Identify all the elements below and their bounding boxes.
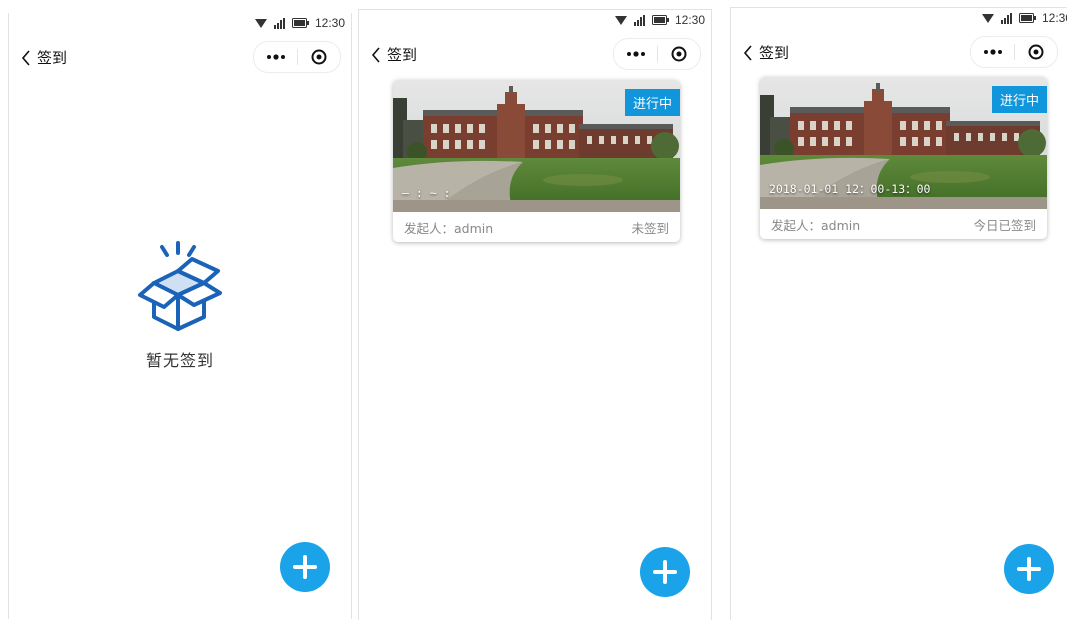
- battery-icon: [651, 15, 669, 25]
- status-indicators: 12:30: [614, 13, 705, 27]
- wifi-icon: [981, 13, 994, 23]
- record-circle-icon: [311, 49, 326, 65]
- mini-program-capsule: [253, 41, 341, 73]
- signal-icon: [273, 17, 285, 29]
- card-cover-image: 进行中 — : ~ :: [393, 80, 680, 212]
- phone-screen-not-signed: 12:30 签到 进行中 — : ~ : 发起人：admin 未签到: [358, 9, 712, 620]
- status-indicators: 12:30: [981, 11, 1067, 25]
- card-footer: 发起人：admin 今日已签到: [760, 209, 1047, 239]
- chevron-left-icon: [21, 49, 30, 66]
- status-badge: 进行中: [624, 89, 680, 116]
- empty-message: 暂无签到: [145, 351, 214, 370]
- wifi-icon: [254, 18, 267, 28]
- phone-screen-signed: 12:30 签到 进行中 2018-01-01 12：00-13：00 发起人：…: [730, 7, 1067, 620]
- wifi-icon: [614, 15, 627, 25]
- mini-program-capsule: [613, 38, 701, 70]
- close-button[interactable]: [1014, 37, 1057, 67]
- signal-icon: [1000, 12, 1012, 24]
- chevron-left-icon: [743, 44, 752, 61]
- add-sign-in-button[interactable]: [640, 547, 690, 597]
- chevron-left-icon: [371, 46, 380, 63]
- phone-screen-empty: 12:30 签到 暂无签到: [8, 13, 352, 619]
- nav-bar: 签到: [731, 34, 1067, 68]
- more-dots-icon: [266, 54, 285, 60]
- signal-icon: [633, 14, 645, 26]
- card-time: — : ~ :: [402, 186, 451, 200]
- add-sign-in-button[interactable]: [1004, 544, 1054, 594]
- more-button[interactable]: [614, 39, 657, 69]
- card-initiator: 发起人：admin: [771, 217, 861, 233]
- battery-icon: [291, 18, 309, 28]
- sign-in-card[interactable]: 进行中 2018-01-01 12：00-13：00 发起人：admin 今日已…: [760, 77, 1047, 239]
- sign-in-card[interactable]: 进行中 — : ~ : 发起人：admin 未签到: [393, 80, 680, 242]
- mini-program-capsule: [970, 36, 1058, 68]
- more-dots-icon: [626, 51, 645, 57]
- status-time: 12:30: [674, 13, 705, 27]
- card-footer: 发起人：admin 未签到: [393, 212, 680, 242]
- page-title: 签到: [387, 46, 418, 64]
- page-title: 签到: [759, 44, 790, 62]
- status-indicators: 12:30: [254, 16, 345, 30]
- plus-icon: [293, 555, 317, 579]
- card-cover-image: 进行中 2018-01-01 12：00-13：00: [760, 77, 1047, 209]
- plus-icon: [653, 560, 677, 584]
- back-button[interactable]: 签到: [371, 44, 417, 65]
- close-button[interactable]: [297, 42, 340, 72]
- back-button[interactable]: 签到: [21, 47, 67, 68]
- close-button[interactable]: [657, 39, 700, 69]
- more-dots-icon: [983, 49, 1002, 55]
- add-sign-in-button[interactable]: [280, 542, 330, 592]
- card-initiator: 发起人：admin: [404, 220, 494, 236]
- nav-bar: 签到: [359, 36, 711, 70]
- status-time: 12:30: [314, 16, 345, 30]
- battery-icon: [1018, 13, 1036, 23]
- more-button[interactable]: [254, 42, 297, 72]
- back-button[interactable]: 签到: [743, 42, 789, 63]
- record-circle-icon: [1028, 44, 1043, 60]
- more-button[interactable]: [971, 37, 1014, 67]
- card-sign-state: 未签到: [631, 220, 669, 236]
- status-bar: 12:30: [359, 10, 711, 32]
- open-box-icon: [138, 241, 222, 331]
- nav-bar: 签到: [9, 39, 351, 73]
- record-circle-icon: [671, 46, 686, 62]
- card-sign-state: 今日已签到: [973, 217, 1036, 233]
- status-badge: 进行中: [991, 86, 1047, 113]
- status-bar: 12:30: [731, 8, 1067, 30]
- plus-icon: [1017, 557, 1041, 581]
- status-time: 12:30: [1041, 11, 1067, 25]
- empty-state: 暂无签到: [9, 241, 351, 371]
- card-time: 2018-01-01 12：00-13：00: [769, 182, 931, 196]
- status-bar: 12:30: [9, 13, 351, 35]
- page-title: 签到: [37, 49, 68, 67]
